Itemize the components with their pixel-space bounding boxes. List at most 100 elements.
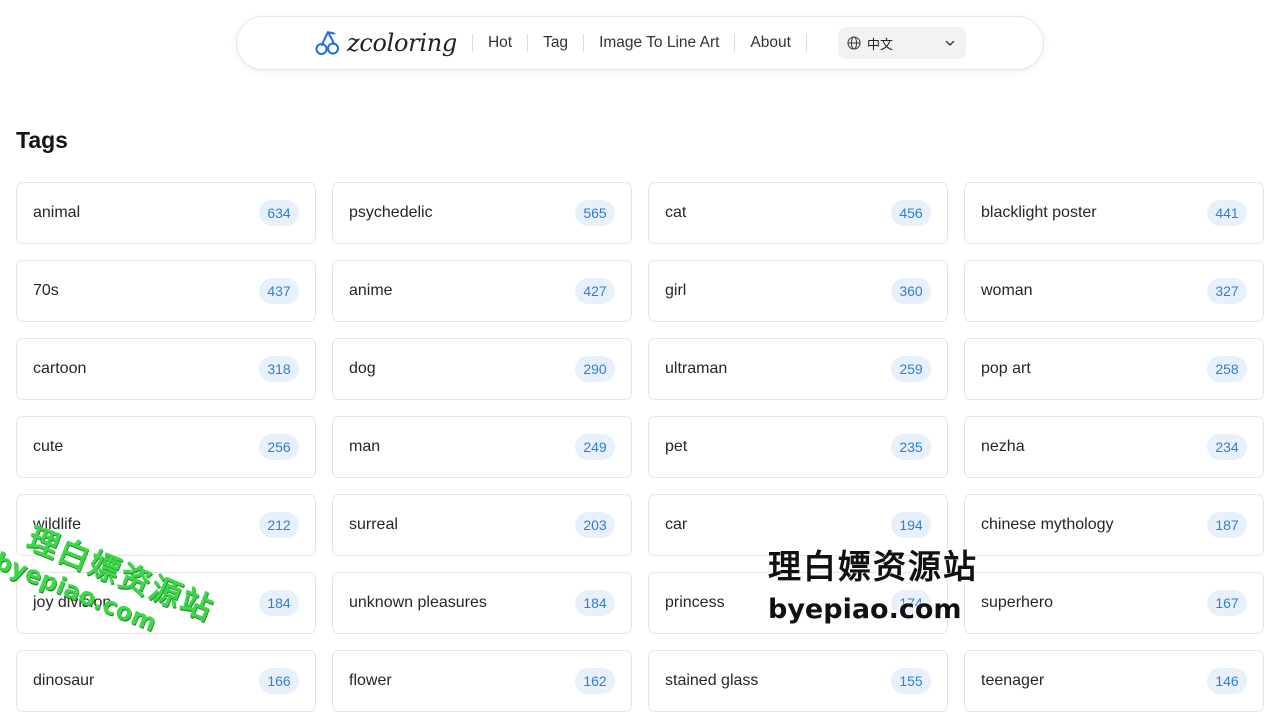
tag-card[interactable]: anime 427 <box>332 260 632 322</box>
tag-count-badge: 174 <box>891 590 931 616</box>
tag-name: cute <box>33 438 64 455</box>
nav-divider <box>583 34 585 52</box>
tag-count-badge: 456 <box>891 200 931 226</box>
tag-card[interactable]: flower 162 <box>332 650 632 712</box>
tag-count-badge: 249 <box>575 434 615 460</box>
tag-name: car <box>665 516 688 533</box>
nav-divider <box>527 34 529 52</box>
tag-count-badge: 256 <box>259 434 299 460</box>
tag-name: joy division <box>33 594 112 611</box>
tag-card[interactable]: surreal 203 <box>332 494 632 556</box>
tag-name: superhero <box>981 594 1054 611</box>
tag-name: psychedelic <box>349 204 433 221</box>
tag-name: stained glass <box>665 672 759 689</box>
tag-count-badge: 203 <box>575 512 615 538</box>
tag-card[interactable]: woman 327 <box>964 260 1264 322</box>
tag-card[interactable]: cat 456 <box>648 182 948 244</box>
tag-count-badge: 327 <box>1207 278 1247 304</box>
tag-name: blacklight poster <box>981 204 1097 221</box>
tag-card[interactable]: stained glass 155 <box>648 650 948 712</box>
tag-count-badge: 184 <box>575 590 615 616</box>
tag-name: pop art <box>981 360 1031 377</box>
tag-name: wildlife <box>33 516 82 533</box>
tag-name: chinese mythology <box>981 516 1114 533</box>
nav-link-image-to-line-art[interactable]: Image To Line Art <box>599 34 719 52</box>
tag-name: cat <box>665 204 687 221</box>
tag-card[interactable]: joy division 184 <box>16 572 316 634</box>
tag-name: pet <box>665 438 688 455</box>
tag-card[interactable]: cartoon 318 <box>16 338 316 400</box>
tag-card[interactable]: wildlife 212 <box>16 494 316 556</box>
tag-name: girl <box>665 282 687 299</box>
globe-icon <box>847 36 861 50</box>
tag-name: animal <box>33 204 81 221</box>
tag-count-badge: 360 <box>891 278 931 304</box>
tag-card[interactable]: dog 290 <box>332 338 632 400</box>
tag-count-badge: 258 <box>1207 356 1247 382</box>
tag-card[interactable]: nezha 234 <box>964 416 1264 478</box>
tag-card[interactable]: cute 256 <box>16 416 316 478</box>
tag-name: surreal <box>349 516 398 533</box>
page-title: Tags <box>16 127 68 153</box>
tag-count-badge: 235 <box>891 434 931 460</box>
tag-count-badge: 146 <box>1207 668 1247 694</box>
tag-name: cartoon <box>33 360 87 377</box>
tag-count-badge: 427 <box>575 278 615 304</box>
language-label: 中文 <box>866 36 893 52</box>
tag-card[interactable]: pet 235 <box>648 416 948 478</box>
tag-card[interactable]: psychedelic 565 <box>332 182 632 244</box>
tag-name: dog <box>349 360 376 377</box>
tag-count-badge: 318 <box>259 356 299 382</box>
tag-card[interactable]: girl 360 <box>648 260 948 322</box>
nav-link-tag[interactable]: Tag <box>543 34 568 52</box>
tag-grid: animal 634 psychedelic 565 cat 456 blacklight … <box>16 182 1264 712</box>
tag-count-badge: 166 <box>259 668 299 694</box>
tag-card[interactable]: dinosaur 166 <box>16 650 316 712</box>
nav-link-about[interactable]: About <box>750 34 791 52</box>
tag-name: 70s <box>33 282 59 299</box>
tag-card[interactable]: man 249 <box>332 416 632 478</box>
tag-card[interactable]: 70s 437 <box>16 260 316 322</box>
tag-name: man <box>349 438 381 455</box>
tag-name: princess <box>665 594 725 611</box>
chevron-down-icon <box>945 40 955 46</box>
tag-name: flower <box>349 672 392 689</box>
brand-name: zcoloring <box>347 29 457 57</box>
tag-count-badge: 187 <box>1207 512 1247 538</box>
tag-card[interactable]: unknown pleasures 184 <box>332 572 632 634</box>
tag-count-badge: 184 <box>259 590 299 616</box>
tag-count-badge: 234 <box>1207 434 1247 460</box>
tag-card[interactable]: chinese mythology 187 <box>964 494 1264 556</box>
tag-name: nezha <box>981 438 1025 455</box>
tag-card[interactable]: princess 174 <box>648 572 948 634</box>
tag-name: woman <box>981 282 1033 299</box>
tag-count-badge: 290 <box>575 356 615 382</box>
tag-count-badge: 441 <box>1207 200 1247 226</box>
tag-count-badge: 162 <box>575 668 615 694</box>
tag-name: teenager <box>981 672 1045 689</box>
tag-card[interactable]: superhero 167 <box>964 572 1264 634</box>
tag-card[interactable]: ultraman 259 <box>648 338 948 400</box>
top-navbar: zcoloring Hot Tag Image To Line Art Abou… <box>236 16 1044 70</box>
tag-count-badge: 259 <box>891 356 931 382</box>
nav-divider <box>734 34 736 52</box>
tag-count-badge: 155 <box>891 668 931 694</box>
tag-name: ultraman <box>665 360 728 377</box>
tag-count-badge: 212 <box>259 512 299 538</box>
tag-name: anime <box>349 282 393 299</box>
nav-divider <box>471 34 473 52</box>
tag-card[interactable]: car 194 <box>648 494 948 556</box>
tag-count-badge: 167 <box>1207 590 1247 616</box>
tag-count-badge: 565 <box>575 200 615 226</box>
nav-divider <box>805 34 807 52</box>
tag-card[interactable]: pop art 258 <box>964 338 1264 400</box>
tag-count-badge: 437 <box>259 278 299 304</box>
tag-card[interactable]: teenager 146 <box>964 650 1264 712</box>
cherry-icon <box>315 31 339 55</box>
tag-card[interactable]: blacklight poster 441 <box>964 182 1264 244</box>
tag-name: dinosaur <box>33 672 95 689</box>
language-selector[interactable]: 中文 <box>837 27 966 59</box>
tag-card[interactable]: animal 634 <box>16 182 316 244</box>
brand-logo-link[interactable]: zcoloring <box>315 29 457 57</box>
nav-link-hot[interactable]: Hot <box>488 34 512 52</box>
